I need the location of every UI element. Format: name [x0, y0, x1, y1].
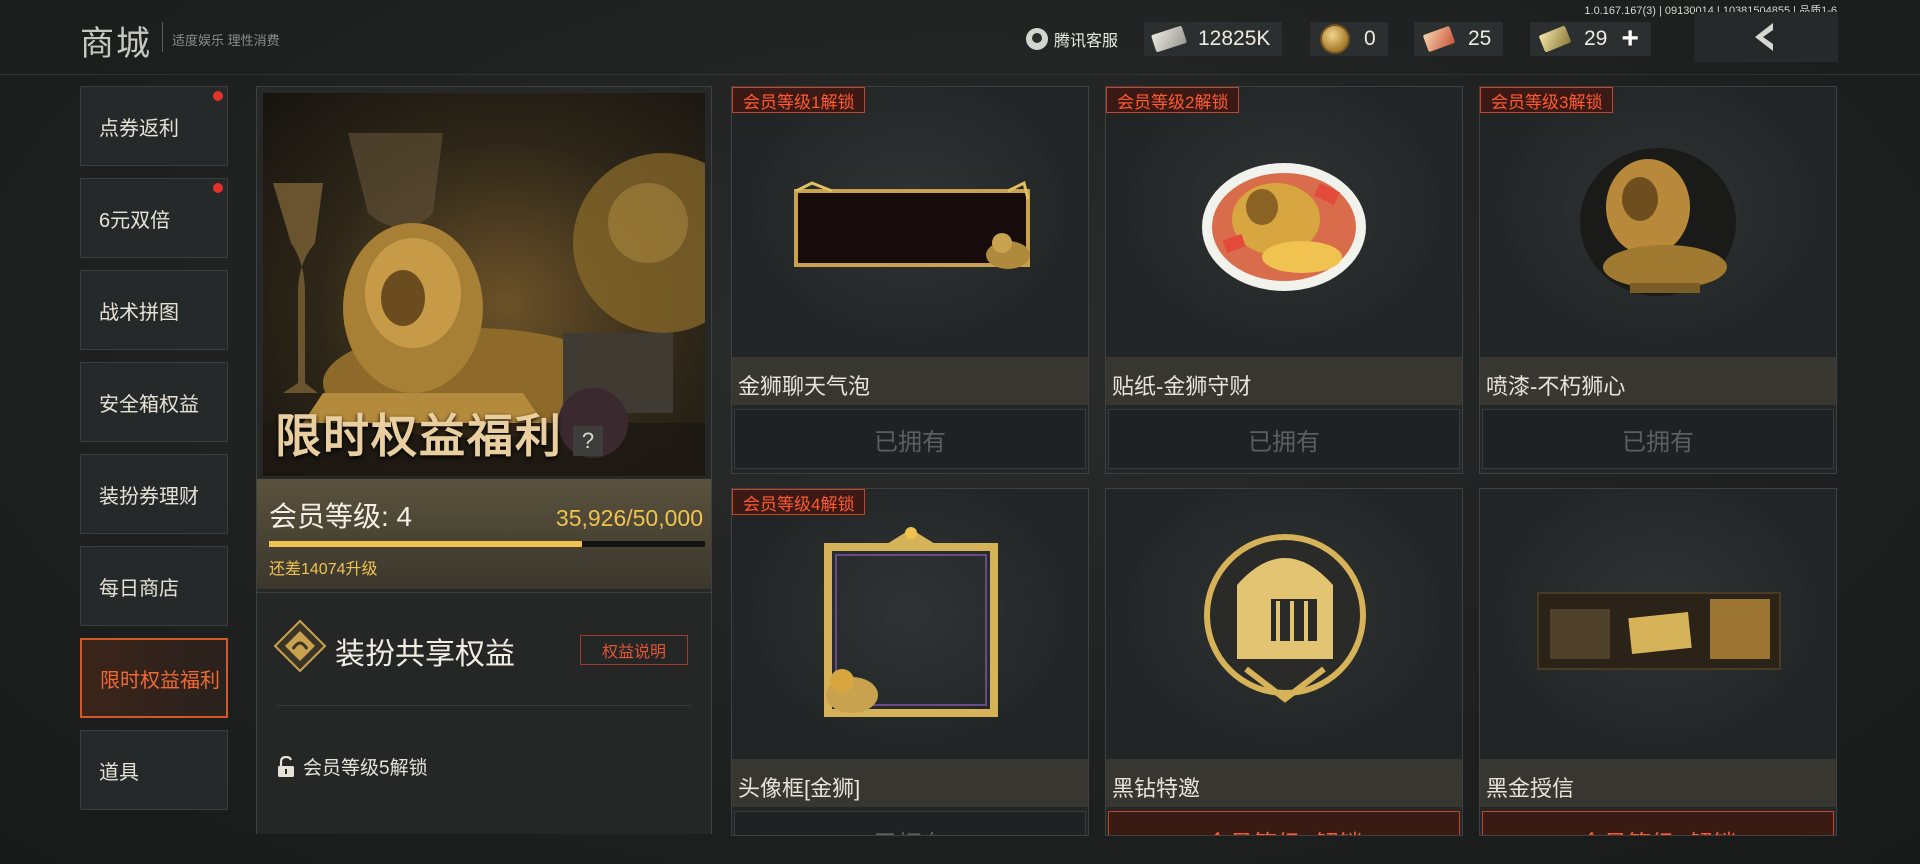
- level-progress-text: 35,926/50,000: [555, 505, 703, 531]
- locked-button[interactable]: 会员等级6解锁: [1108, 811, 1460, 835]
- sidebar-item-label: 限时权益福利: [100, 669, 220, 692]
- notification-dot: [213, 183, 223, 193]
- avatar-frame-icon: [824, 527, 998, 717]
- customer-service-icon: [1026, 28, 1048, 50]
- sidebar-item-finance[interactable]: 装扮券理财: [80, 454, 228, 534]
- unlock-icon: [278, 755, 294, 777]
- shared-benefits-title: 装扮共享权益: [335, 638, 515, 671]
- helmet-emblem-icon: [1204, 534, 1366, 703]
- owned-button[interactable]: 已拥有: [1482, 409, 1834, 469]
- reward-image: [1106, 489, 1462, 759]
- currency-value: 29: [1584, 27, 1608, 50]
- sidebar-item-limited-benefits[interactable]: 限时权益福利: [80, 638, 228, 718]
- customer-service-button[interactable]: 腾讯客服: [1026, 26, 1118, 52]
- shared-benefits-section: 装扮共享权益 权益说明 会员等级5解锁: [257, 592, 711, 834]
- reward-name: 黑金授信: [1480, 759, 1836, 807]
- reward-card[interactable]: 会员等级1解锁 金狮聊天气泡 已拥有: [731, 86, 1089, 474]
- reward-image: [1480, 489, 1836, 759]
- reward-card[interactable]: 黑金授信 会员等级7解锁: [1479, 488, 1837, 836]
- unlock-requirement-text: 会员等级5解锁: [303, 758, 428, 779]
- back-arrow-icon: [1755, 23, 1773, 51]
- reward-image: [1106, 87, 1462, 357]
- reward-image: [732, 489, 1088, 759]
- ticket-icon: [1422, 25, 1456, 53]
- currency-ticket[interactable]: 25: [1414, 22, 1504, 56]
- hero-banner: 限时权益福利 ?: [263, 93, 705, 476]
- voucher-icon: [1538, 25, 1572, 53]
- reward-name: 喷漆-不朽狮心: [1480, 357, 1836, 405]
- customer-service-label: 腾讯客服: [1054, 33, 1119, 50]
- unlock-level-tag: 会员等级3解锁: [1480, 87, 1614, 113]
- sidebar-item-puzzle[interactable]: 战术拼图: [80, 270, 228, 350]
- sidebar-item-coupon-rebate[interactable]: 点券返利: [80, 86, 228, 166]
- level-up-hint: 还差14074升级: [269, 561, 378, 578]
- member-level-label: 会员等级: 4: [269, 501, 413, 532]
- page-subtitle: 适度娱乐 理性消费: [172, 33, 280, 48]
- currency-cash[interactable]: 12825K: [1144, 22, 1283, 56]
- lion-sticker-icon: [1202, 163, 1366, 291]
- cash-icon: [1151, 25, 1187, 53]
- title-divider: [162, 22, 163, 52]
- sidebar-item-daily-shop[interactable]: 每日商店: [80, 546, 228, 626]
- top-bar: 商城 适度娱乐 理性消费 1.0.167.167(3) | 09130014 |…: [0, 0, 1920, 75]
- back-button[interactable]: [1694, 12, 1838, 62]
- currency-value: 25: [1468, 27, 1492, 50]
- lion-spray-icon: [1580, 148, 1736, 296]
- diamond-emblem-icon: [273, 619, 327, 673]
- reward-card[interactable]: 会员等级3解锁 喷漆-不朽狮心 已拥有: [1479, 86, 1837, 474]
- benefits-panel: 限时权益福利 ? 会员等级: 4 35,926/50,000 还差14074升级…: [256, 86, 712, 834]
- help-button[interactable]: ?: [573, 426, 603, 456]
- notification-dot: [213, 91, 223, 101]
- owned-button[interactable]: 已拥有: [734, 811, 1086, 835]
- locked-button[interactable]: 会员等级7解锁: [1482, 811, 1834, 835]
- unlock-requirement: 会员等级5解锁: [277, 753, 428, 780]
- reward-image: [732, 87, 1088, 357]
- hero-title: 限时权益福利: [275, 410, 563, 462]
- page-title: 商城: [80, 25, 152, 63]
- owned-button[interactable]: 已拥有: [734, 409, 1086, 469]
- reward-name: 贴纸-金狮守财: [1106, 357, 1462, 405]
- reward-image: [1480, 87, 1836, 357]
- add-currency-button[interactable]: +: [1621, 24, 1639, 54]
- unlock-level-tag: 会员等级1解锁: [732, 87, 866, 113]
- currency-value: 12825K: [1198, 27, 1271, 50]
- owned-button[interactable]: 已拥有: [1108, 409, 1460, 469]
- sidebar-item-label: 装扮券理财: [99, 485, 199, 508]
- sidebar-item-double[interactable]: 6元双倍: [80, 178, 228, 258]
- sidebar-item-label: 战术拼图: [99, 301, 179, 324]
- chat-bubble-icon: [794, 180, 1030, 269]
- reward-name: 金狮聊天气泡: [732, 357, 1088, 405]
- level-progress-bar: [269, 541, 705, 547]
- currency-voucher[interactable]: 29 +: [1530, 22, 1651, 56]
- divider: [277, 705, 691, 706]
- currency-coin[interactable]: 0: [1310, 22, 1388, 56]
- unlock-level-tag: 会员等级4解锁: [732, 489, 866, 515]
- benefits-info-button[interactable]: 权益说明: [580, 635, 688, 665]
- sidebar-item-label: 安全箱权益: [99, 393, 199, 416]
- sidebar-item-label: 点券返利: [99, 117, 179, 140]
- reward-card[interactable]: 黑钻特邀 会员等级6解锁: [1105, 488, 1463, 836]
- sidebar-item-label: 每日商店: [99, 577, 179, 600]
- level-progress-fill: [269, 541, 583, 547]
- member-level-section: 会员等级: 4 35,926/50,000 还差14074升级: [257, 479, 711, 589]
- unlock-level-tag: 会员等级2解锁: [1106, 87, 1240, 113]
- currency-value: 0: [1364, 27, 1376, 50]
- reward-name: 头像框[金狮]: [732, 759, 1088, 807]
- sidebar-item-label: 6元双倍: [99, 209, 171, 232]
- coin-icon: [1318, 24, 1352, 54]
- reward-card[interactable]: 会员等级2解锁 贴纸-金狮守财 已拥有: [1105, 86, 1463, 474]
- reward-card[interactable]: 会员等级4解锁 头像框[金狮] 已拥有: [731, 488, 1089, 836]
- reward-name: 黑钻特邀: [1106, 759, 1462, 807]
- sidebar-item-safebox[interactable]: 安全箱权益: [80, 362, 228, 442]
- sidebar-item-label: 道具: [99, 761, 139, 784]
- sidebar-item-props[interactable]: 道具: [80, 730, 228, 810]
- gold-card-icon: [1537, 592, 1781, 670]
